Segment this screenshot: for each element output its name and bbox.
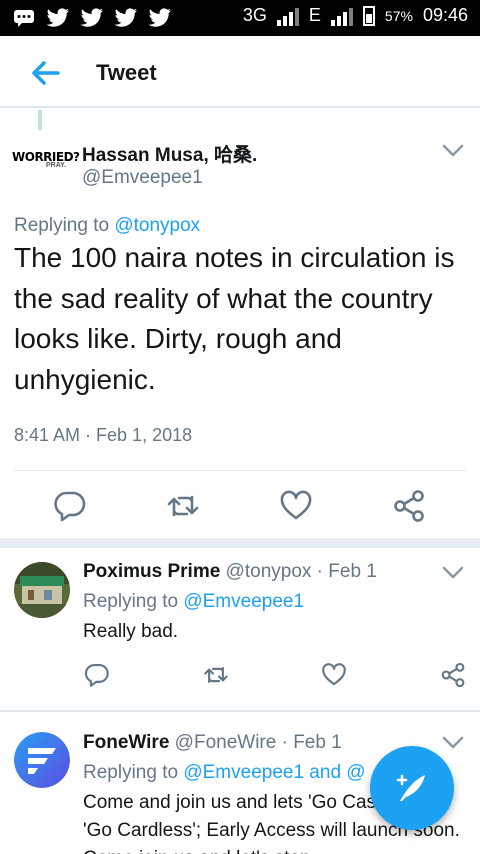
status-bar: 3G E 57% 09:46 (0, 0, 480, 36)
chevron-down-icon[interactable] (442, 566, 464, 580)
replying-prefix: Replying to (14, 215, 115, 236)
divider (14, 470, 466, 471)
tweet-actions (0, 488, 480, 524)
reply-author[interactable]: FoneWire @FoneWire · Feb 1 (83, 732, 342, 754)
like-icon[interactable] (321, 662, 347, 688)
reply-handle-date: @tonypox · Feb 1 (220, 561, 377, 582)
reply-text: Really bad. (83, 621, 179, 642)
app-header: Tweet (0, 36, 480, 108)
divider (0, 710, 480, 712)
retweet-icon[interactable] (203, 662, 229, 688)
signal-icon (276, 6, 299, 26)
twitter-icon (46, 6, 70, 30)
back-arrow-icon[interactable] (28, 58, 62, 88)
battery-level: 57% (384, 7, 413, 24)
reply-author-name: Poximus Prime (83, 561, 221, 582)
reply-author-name: FoneWire (83, 732, 170, 753)
share-icon[interactable] (440, 662, 466, 688)
tweet-text: The 100 naira notes in circulation is th… (14, 242, 455, 395)
reply-author[interactable]: Poximus Prime @tonypox · Feb 1 (83, 561, 377, 583)
avatar[interactable]: WORRIED? PRAY. (12, 150, 80, 180)
mention-link[interactable]: @tonypox (114, 215, 200, 236)
author-name[interactable]: Hassan Musa, 哈桑. (82, 140, 257, 167)
avatar[interactable] (14, 562, 70, 618)
twitter-icon (80, 6, 104, 30)
signal-icon-2 (330, 6, 353, 26)
like-icon[interactable] (278, 488, 314, 524)
mention-link[interactable]: @Emveepee1 (183, 591, 304, 612)
section-separator (0, 538, 480, 548)
page-title: Tweet (96, 60, 157, 85)
mention-link[interactable]: @Emveepee1 and @ (183, 762, 365, 783)
message-icon (12, 6, 36, 30)
clock: 09:46 (422, 5, 468, 25)
battery-icon (362, 5, 375, 26)
chevron-down-icon[interactable] (442, 736, 464, 750)
replying-prefix: Replying to (83, 591, 184, 612)
share-icon[interactable] (391, 488, 427, 524)
twitter-icon (114, 6, 138, 30)
reply-icon[interactable] (52, 488, 88, 524)
avatar[interactable] (14, 732, 70, 788)
retweet-icon[interactable] (165, 488, 201, 524)
replying-to: Replying to @Emveepee1 and @ (83, 762, 366, 784)
network-type-2: E (308, 5, 321, 25)
reply-handle-date: @FoneWire · Feb 1 (169, 732, 342, 753)
network-type: 3G (242, 5, 267, 25)
compose-feather-icon (396, 774, 425, 801)
chevron-down-icon[interactable] (442, 144, 464, 158)
twitter-icon (148, 6, 172, 30)
author-handle[interactable]: @Emveepee1 (82, 167, 203, 189)
avatar-subtext: PRAY. (46, 162, 66, 169)
replying-to: Replying to @tonypox (14, 215, 200, 237)
system-indicators: 3G E 57% 09:46 (243, 5, 468, 26)
notification-icons (12, 6, 172, 30)
replying-to: Replying to @Emveepee1 (83, 591, 304, 613)
replying-prefix: Replying to (83, 762, 184, 783)
thread-connector (38, 110, 42, 130)
compose-tweet-button[interactable] (370, 746, 454, 830)
tweet-timestamp[interactable]: 8:41 AM · Feb 1, 2018 (14, 425, 192, 446)
reply-icon[interactable] (84, 662, 110, 688)
